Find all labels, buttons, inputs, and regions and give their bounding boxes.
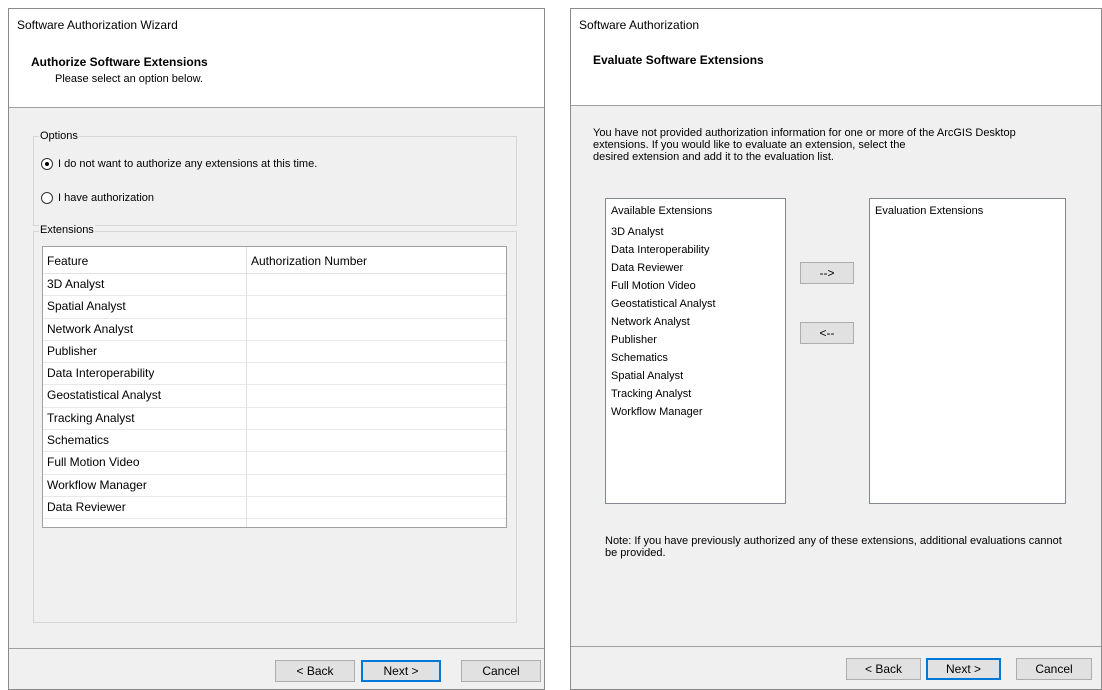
column-header-authorization[interactable]: Authorization Number bbox=[247, 247, 506, 273]
auth-number-cell[interactable] bbox=[247, 274, 506, 295]
desc-line-1: You have not provided authorization info… bbox=[593, 127, 1016, 139]
auth-number-cell[interactable] bbox=[247, 385, 506, 406]
table-row[interactable]: Data Reviewer bbox=[43, 496, 506, 520]
feature-cell: Workflow Manager bbox=[43, 474, 247, 496]
table-row[interactable]: Spatial Analyst bbox=[43, 296, 506, 319]
option-no-authorize[interactable]: I do not want to authorize any extension… bbox=[41, 158, 317, 170]
list-item[interactable]: Tracking Analyst bbox=[611, 385, 780, 403]
right-footer-separator bbox=[571, 646, 1101, 647]
right-window-title: Software Authorization bbox=[579, 18, 700, 32]
note-line-1: Note: If you have previously authorized … bbox=[605, 535, 1062, 547]
table-row[interactable]: Geostatistical Analyst bbox=[43, 385, 506, 408]
auth-number-cell[interactable] bbox=[247, 452, 506, 473]
left-next-button[interactable]: Next > bbox=[361, 660, 441, 682]
evaluation-extensions-label: Evaluation Extensions bbox=[875, 205, 984, 217]
right-cancel-button[interactable]: Cancel bbox=[1016, 658, 1092, 680]
add-to-evaluation-button[interactable]: --> bbox=[800, 262, 854, 284]
column-header-feature[interactable]: Feature bbox=[43, 247, 247, 273]
table-row[interactable]: Network Analyst bbox=[43, 318, 506, 341]
left-cancel-button[interactable]: Cancel bbox=[461, 660, 541, 682]
feature-cell: Spatial Analyst bbox=[43, 296, 247, 318]
table-row[interactable]: Publisher bbox=[43, 340, 506, 364]
feature-cell: 3D Analyst bbox=[43, 274, 247, 296]
auth-number-cell[interactable] bbox=[247, 475, 506, 496]
auth-number-cell[interactable] bbox=[247, 341, 506, 362]
list-item[interactable]: Network Analyst bbox=[611, 313, 780, 331]
feature-cell: Schematics bbox=[43, 430, 247, 452]
remove-from-evaluation-button[interactable]: <-- bbox=[800, 322, 854, 344]
auth-number-cell[interactable] bbox=[247, 363, 506, 384]
right-title-bar: Software Authorization bbox=[571, 9, 1101, 41]
list-item[interactable]: Publisher bbox=[611, 331, 780, 349]
auth-number-cell[interactable] bbox=[247, 296, 506, 317]
list-item[interactable]: Data Interoperability bbox=[611, 241, 780, 259]
table-row[interactable]: Data Interoperability bbox=[43, 363, 506, 386]
auth-number-cell[interactable] bbox=[247, 319, 506, 340]
table-row[interactable]: Tracking Analyst bbox=[43, 407, 506, 431]
table-row[interactable]: 3D Analyst bbox=[43, 274, 506, 297]
right-back-button[interactable]: < Back bbox=[846, 658, 921, 680]
note-line-2: be provided. bbox=[605, 547, 666, 559]
left-header: Authorize Software Extensions Please sel… bbox=[9, 41, 544, 108]
left-wizard-window: Software Authorization Wizard Authorize … bbox=[8, 8, 545, 690]
feature-cell: Tracking Analyst bbox=[43, 407, 247, 430]
list-item[interactable]: 3D Analyst bbox=[611, 223, 780, 241]
right-next-button[interactable]: Next > bbox=[926, 658, 1001, 680]
radio-unselected-icon[interactable] bbox=[41, 192, 53, 204]
extensions-table[interactable]: Feature Authorization Number 3D Analyst … bbox=[42, 246, 507, 528]
table-row[interactable]: Full Motion Video bbox=[43, 452, 506, 475]
left-title-bar: Software Authorization Wizard bbox=[9, 9, 544, 41]
list-item[interactable]: Workflow Manager bbox=[611, 403, 780, 421]
table-row-empty[interactable] bbox=[43, 519, 506, 527]
feature-cell: Data Interoperability bbox=[43, 363, 247, 385]
option-have-authorization-label: I have authorization bbox=[58, 192, 155, 204]
option-no-authorize-label: I do not want to authorize any extension… bbox=[58, 158, 318, 170]
left-footer-separator bbox=[9, 648, 544, 649]
left-header-subtitle: Please select an option below. bbox=[55, 73, 203, 85]
options-groupbox bbox=[33, 136, 517, 226]
evaluation-extensions-list[interactable]: Evaluation Extensions bbox=[869, 198, 1066, 504]
auth-number-cell[interactable] bbox=[247, 497, 506, 518]
feature-cell: Geostatistical Analyst bbox=[43, 385, 247, 407]
left-header-title: Authorize Software Extensions bbox=[31, 55, 208, 69]
list-item[interactable]: Data Reviewer bbox=[611, 259, 780, 277]
feature-cell: Data Reviewer bbox=[43, 496, 247, 519]
right-header: Evaluate Software Extensions bbox=[571, 41, 1101, 106]
feature-cell: Network Analyst bbox=[43, 318, 247, 340]
available-extensions-label: Available Extensions bbox=[611, 205, 713, 217]
option-have-authorization[interactable]: I have authorization bbox=[41, 192, 154, 204]
desc-line-2: extensions. If you would like to evaluat… bbox=[593, 139, 906, 151]
list-item[interactable]: Schematics bbox=[611, 349, 780, 367]
feature-cell: Full Motion Video bbox=[43, 452, 247, 474]
auth-number-cell[interactable] bbox=[247, 430, 506, 451]
left-window-title: Software Authorization Wizard bbox=[17, 18, 178, 32]
right-wizard-window: Software Authorization Evaluate Software… bbox=[570, 8, 1102, 690]
radio-selected-icon[interactable] bbox=[41, 158, 53, 170]
desc-line-3: desired extension and add it to the eval… bbox=[593, 151, 834, 163]
table-header: Feature Authorization Number bbox=[43, 247, 506, 274]
table-row[interactable]: Workflow Manager bbox=[43, 474, 506, 497]
table-row[interactable]: Schematics bbox=[43, 430, 506, 453]
auth-number-cell[interactable] bbox=[247, 519, 506, 527]
extensions-label: Extensions bbox=[39, 224, 95, 236]
right-header-title: Evaluate Software Extensions bbox=[593, 53, 764, 67]
auth-number-cell[interactable] bbox=[247, 408, 506, 429]
feature-cell: Publisher bbox=[43, 340, 247, 363]
right-description: You have not provided authorization info… bbox=[593, 127, 1098, 163]
list-item[interactable]: Full Motion Video bbox=[611, 277, 780, 295]
options-label: Options bbox=[39, 130, 79, 142]
list-item[interactable]: Geostatistical Analyst bbox=[611, 295, 780, 313]
list-item[interactable]: Spatial Analyst bbox=[611, 367, 780, 385]
right-note: Note: If you have previously authorized … bbox=[605, 535, 1100, 559]
left-back-button[interactable]: < Back bbox=[275, 660, 355, 682]
available-extensions-list[interactable]: Available Extensions 3D Analyst Data Int… bbox=[605, 198, 786, 504]
feature-cell bbox=[43, 519, 247, 527]
